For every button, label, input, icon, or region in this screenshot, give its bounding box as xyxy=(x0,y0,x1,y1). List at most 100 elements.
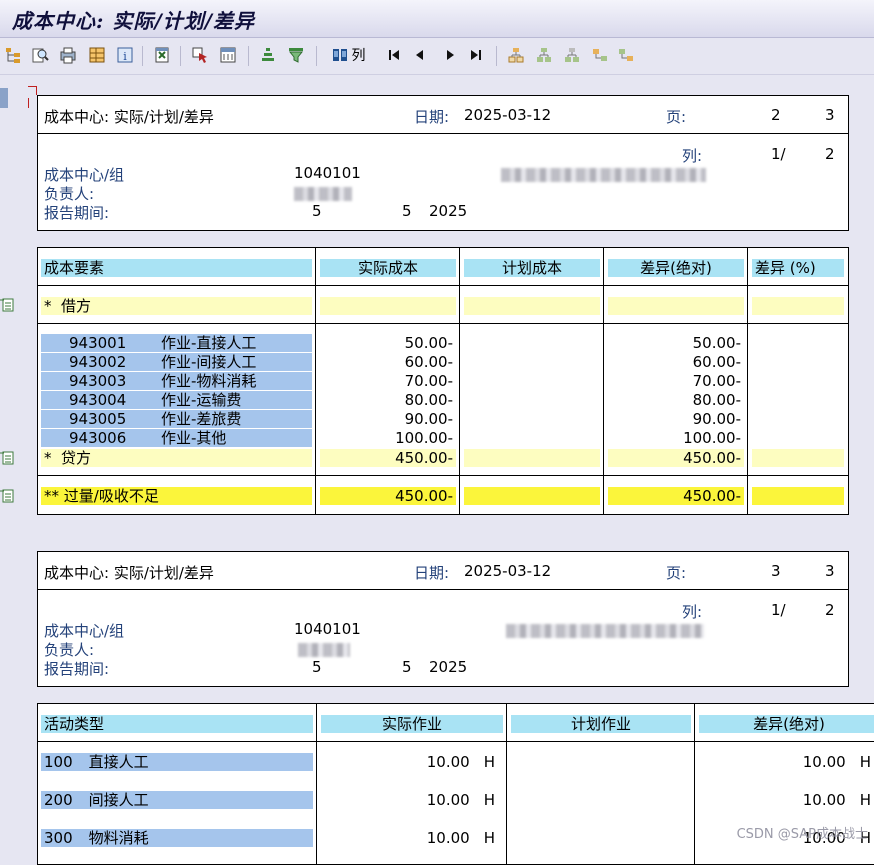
variance-abs-cell: 50.00- xyxy=(608,334,744,352)
actual-cost-cell: 90.00- xyxy=(320,410,456,428)
credit-row-label[interactable]: * 贷方 xyxy=(41,449,312,467)
owner-label: 负责人: xyxy=(44,185,95,203)
variance-activity-cell: 10.00 H xyxy=(699,791,874,809)
hierarchy-right-icon[interactable] xyxy=(614,44,638,66)
variance-abs-cell: 70.00- xyxy=(608,372,744,390)
total-row-label[interactable]: ** 过量/吸收不足 xyxy=(41,487,312,505)
actual-cost-cell: 50.00- xyxy=(320,334,456,352)
hierarchy-left-icon[interactable] xyxy=(588,44,612,66)
total-variance: 450.00- xyxy=(608,487,744,505)
column-number: 1/ xyxy=(771,145,786,163)
table-row[interactable]: 943005 作业-差旅费 xyxy=(41,410,312,428)
credit-variance: 450.00- xyxy=(608,449,744,467)
date-value: 2025-03-12 xyxy=(464,562,552,580)
cost-element-name: 作业-运输费 xyxy=(161,391,242,409)
excel-export-icon[interactable] xyxy=(150,44,174,66)
variance-abs-cell: 80.00- xyxy=(608,391,744,409)
plan-activity-cell xyxy=(511,791,691,809)
activity-code: 300 xyxy=(44,829,73,847)
previous-page-icon[interactable] xyxy=(410,44,430,66)
columns-button[interactable]: 列 xyxy=(322,44,374,66)
cost-element-code: 943002 xyxy=(69,353,127,371)
date-label: 日期: xyxy=(414,564,450,582)
hierarchy-collapse-icon[interactable] xyxy=(532,44,556,66)
details-icon[interactable] xyxy=(216,44,240,66)
sort-ascending-icon[interactable] xyxy=(256,44,280,66)
next-page-icon[interactable] xyxy=(440,44,460,66)
hierarchy-icon[interactable] xyxy=(2,44,24,66)
plan-cost-cell xyxy=(464,353,600,371)
cost-element-code: 943005 xyxy=(69,410,127,428)
layout-grid-icon[interactable] xyxy=(86,44,108,66)
header-plan-activity[interactable]: 计划作业 xyxy=(511,715,691,733)
table-row[interactable]: 200 间接人工 xyxy=(41,791,313,809)
hierarchy-expand-icon[interactable] xyxy=(504,44,528,66)
cost-element-table: 成本要素 实际成本 计划成本 差异(绝对) 差异 (%) * 借方 943001… xyxy=(37,247,849,515)
plan-activity-cell xyxy=(511,829,691,847)
header-activity-type[interactable]: 活动类型 xyxy=(41,715,313,733)
actual-activity-cell-value: 10.00 xyxy=(426,829,470,847)
variance-abs-cell: 100.00- xyxy=(608,429,744,447)
plan-cost-cell xyxy=(464,334,600,352)
credit-actual: 450.00- xyxy=(320,449,456,467)
toolbar: i 列 xyxy=(0,38,874,75)
header-cost-element[interactable]: 成本要素 xyxy=(41,259,312,277)
debit-row-label[interactable]: * 借方 xyxy=(41,297,312,315)
last-page-icon[interactable] xyxy=(466,44,486,66)
select-pointer-icon[interactable] xyxy=(188,44,212,66)
actual-cost-cell: 100.00- xyxy=(320,429,456,447)
header-actual-activity[interactable]: 实际作业 xyxy=(321,715,503,733)
table-row[interactable]: 943002 作业-间接人工 xyxy=(41,353,312,371)
header-variance-abs[interactable]: 差异(绝对) xyxy=(608,259,744,277)
info-icon[interactable]: i xyxy=(114,44,136,66)
header-variance-pct[interactable]: 差异 (%) xyxy=(752,259,844,277)
column-label: 列: xyxy=(682,603,703,621)
period-year: 2025 xyxy=(429,202,468,220)
expand-node-icon[interactable] xyxy=(0,297,14,312)
cost-element-name: 作业-直接人工 xyxy=(161,334,257,352)
window-titlebar: 成本中心: 实际/计划/差异 xyxy=(0,0,874,38)
header-variance-abs[interactable]: 差异(绝对) xyxy=(699,715,874,733)
cost-center-value: 1040101 xyxy=(294,164,361,182)
plan-cost-cell xyxy=(464,410,600,428)
svg-text:i: i xyxy=(123,50,127,63)
report-title: 成本中心: 实际/计划/差异 xyxy=(44,108,214,126)
table-row[interactable]: 943006 作业-其他 xyxy=(41,429,312,447)
variance-pct-cell xyxy=(752,391,844,409)
table-row[interactable]: 943003 作业-物料消耗 xyxy=(41,372,312,390)
hierarchy-level-icon[interactable] xyxy=(560,44,584,66)
table-row[interactable]: 300 物料消耗 xyxy=(41,829,313,847)
expand-node-icon[interactable] xyxy=(0,488,14,503)
print-preview-icon[interactable] xyxy=(56,44,80,66)
page-total: 3 xyxy=(825,562,835,580)
page-number: 3 xyxy=(771,562,781,580)
table-row[interactable]: 100 直接人工 xyxy=(41,753,313,771)
redacted-owner xyxy=(294,187,352,201)
actual-activity-cell-unit: H xyxy=(483,791,495,809)
variance-pct-cell xyxy=(752,372,844,390)
plan-cost-cell xyxy=(464,372,600,390)
period-from: 5 xyxy=(312,202,322,220)
cost-center-value: 1040101 xyxy=(294,620,361,638)
search-icon[interactable] xyxy=(28,44,52,66)
cost-element-code: 943001 xyxy=(69,334,127,352)
plan-cost-cell xyxy=(464,429,600,447)
activity-code: 100 xyxy=(44,753,73,771)
filter-icon[interactable] xyxy=(284,44,308,66)
report-header-2: 成本中心: 实际/计划/差异 日期: 2025-03-12 页: 3 3 列: … xyxy=(37,551,849,687)
actual-activity-cell: 10.00 H xyxy=(321,753,503,771)
table-row[interactable]: 943004 作业-运输费 xyxy=(41,391,312,409)
report-header-1: 成本中心: 实际/计划/差异 日期: 2025-03-12 页: 2 3 列: … xyxy=(37,95,849,231)
column-total: 2 xyxy=(825,601,835,619)
page-label: 页: xyxy=(666,108,687,126)
variance-activity-cell-value: 10.00 xyxy=(802,753,846,771)
header-actual-cost[interactable]: 实际成本 xyxy=(320,259,456,277)
first-page-icon[interactable] xyxy=(384,44,404,66)
header-plan-cost[interactable]: 计划成本 xyxy=(464,259,600,277)
owner-label: 负责人: xyxy=(44,641,95,659)
period-to: 5 xyxy=(402,658,412,676)
page-label: 页: xyxy=(666,564,687,582)
table-row[interactable]: 943001 作业-直接人工 xyxy=(41,334,312,352)
expand-node-icon[interactable] xyxy=(0,450,14,465)
cost-element-name: 作业-间接人工 xyxy=(161,353,257,371)
